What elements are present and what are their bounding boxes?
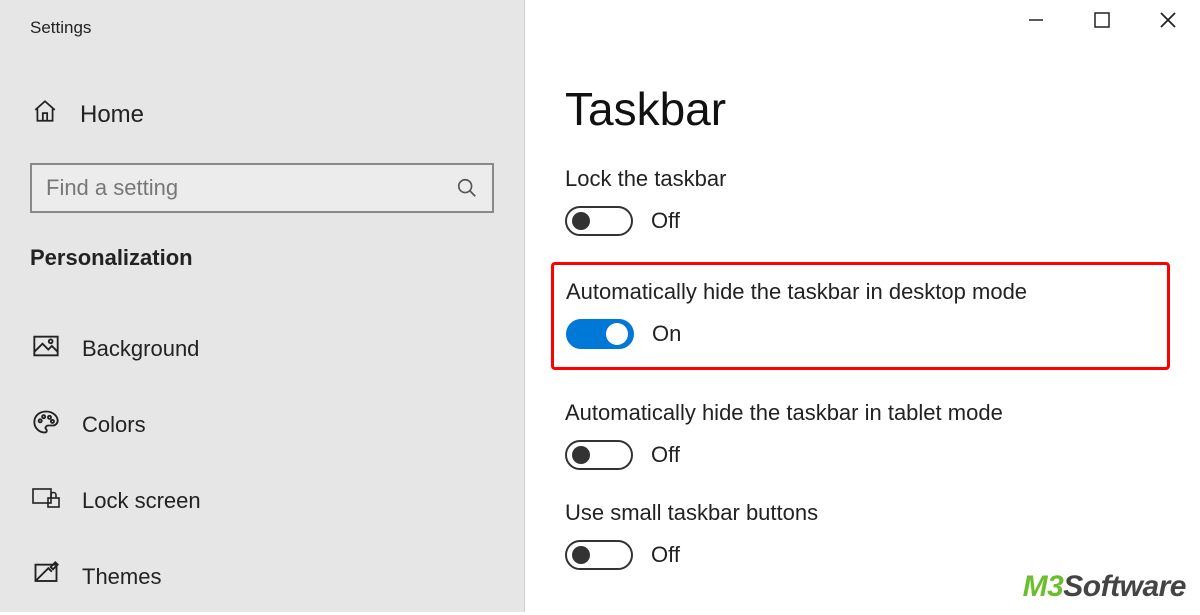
window-controls [1026, 10, 1178, 30]
setting-small-buttons: Use small taskbar buttons Off [565, 500, 1200, 570]
toggle-state: On [652, 321, 681, 347]
setting-auto-hide-tablet: Automatically hide the taskbar in tablet… [565, 400, 1200, 470]
search-wrap [30, 163, 494, 213]
home-label: Home [80, 101, 144, 129]
setting-label: Automatically hide the taskbar in tablet… [565, 400, 1200, 426]
sidebar-item-colors[interactable]: Colors [0, 387, 524, 463]
toggle-state: Off [651, 208, 680, 234]
sidebar-item-lock-screen[interactable]: Lock screen [0, 463, 524, 539]
close-button[interactable] [1158, 10, 1178, 30]
themes-icon [32, 560, 60, 594]
watermark-brand2: Software [1063, 570, 1186, 603]
sidebar-item-label: Themes [82, 564, 161, 590]
app-title: Settings [0, 0, 524, 38]
toggle-state: Off [651, 542, 680, 568]
search-icon [456, 177, 478, 199]
setting-label: Automatically hide the taskbar in deskto… [566, 279, 1155, 305]
sidebar-item-label: Lock screen [82, 488, 201, 514]
minimize-button[interactable] [1026, 10, 1046, 30]
main-panel: Taskbar Lock the taskbar Off Automatical… [525, 0, 1200, 612]
picture-icon [32, 332, 60, 366]
toggle-state: Off [651, 442, 680, 468]
toggle-auto-hide-desktop[interactable] [566, 319, 634, 349]
toggle-auto-hide-tablet[interactable] [565, 440, 633, 470]
watermark-brand1: M3 [1023, 570, 1064, 603]
sidebar-item-background[interactable]: Background [0, 311, 524, 387]
sidebar-item-label: Background [82, 336, 199, 362]
nav-list: Background Colors [0, 311, 524, 615]
setting-label: Lock the taskbar [565, 166, 1200, 192]
maximize-button[interactable] [1092, 10, 1112, 30]
setting-lock-taskbar: Lock the taskbar Off [565, 166, 1200, 236]
section-heading: Personalization [0, 213, 524, 271]
setting-label: Use small taskbar buttons [565, 500, 1200, 526]
toggle-lock-taskbar[interactable] [565, 206, 633, 236]
palette-icon [32, 408, 60, 442]
watermark: M3Software [1023, 570, 1186, 604]
home-icon [32, 98, 58, 131]
home-nav[interactable]: Home [0, 98, 524, 131]
page-title: Taskbar [565, 82, 1200, 136]
search-box[interactable] [30, 163, 494, 213]
sidebar: Settings Home [0, 0, 525, 612]
lock-screen-icon [32, 484, 60, 518]
toggle-small-buttons[interactable] [565, 540, 633, 570]
highlight-annotation: Automatically hide the taskbar in deskto… [551, 262, 1170, 370]
sidebar-item-themes[interactable]: Themes [0, 539, 524, 615]
search-input[interactable] [46, 175, 456, 201]
sidebar-item-label: Colors [82, 412, 146, 438]
